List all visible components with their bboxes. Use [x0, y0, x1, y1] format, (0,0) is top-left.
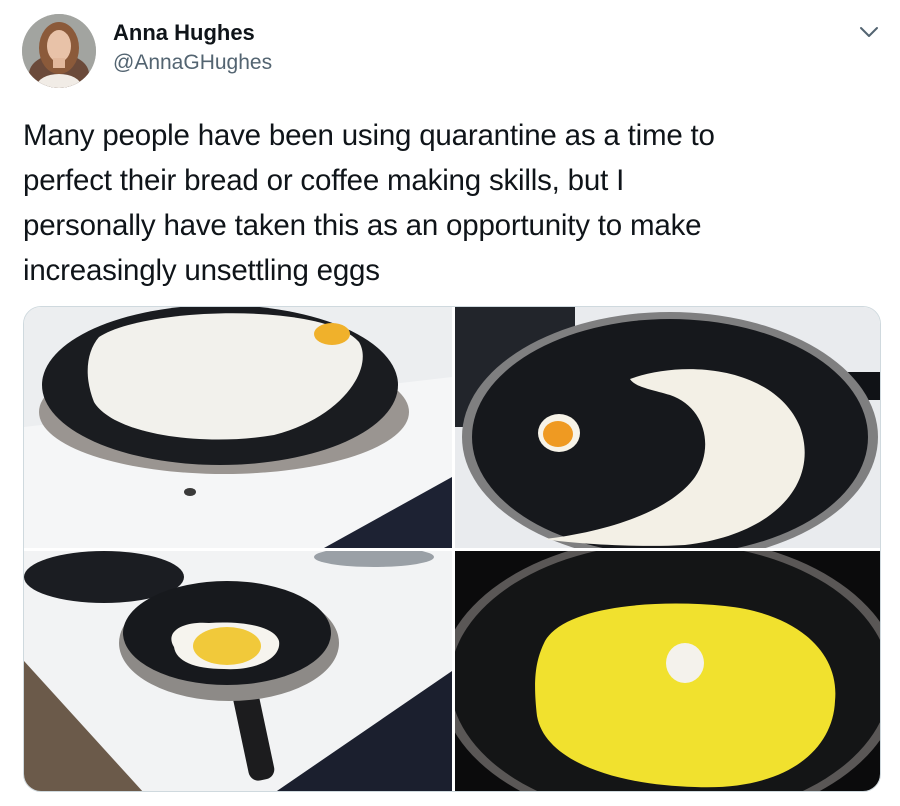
media-grid: [23, 306, 881, 792]
chevron-down-icon[interactable]: [858, 24, 880, 40]
avatar[interactable]: [22, 14, 96, 88]
crescent-moon-egg-photo[interactable]: [455, 307, 880, 548]
giant-yolk-small-white-photo[interactable]: [455, 551, 880, 791]
author-handle[interactable]: @AnnaGHughes: [113, 51, 272, 75]
tweet-text-line: increasingly unsettling eggs: [23, 254, 380, 287]
tweet-text-line: personally have taken this as an opportu…: [23, 209, 702, 242]
egg-pancake-in-pan-photo[interactable]: [24, 307, 452, 548]
tweet-text: Many people have been using quarantine a…: [23, 113, 873, 293]
yolk-in-small-pan-photo[interactable]: [24, 551, 452, 791]
tweet-text-line: perfect their bread or coffee making ski…: [23, 164, 625, 197]
tweet-text-line: Many people have been using quarantine a…: [23, 119, 715, 152]
author-name[interactable]: Anna Hughes: [113, 20, 255, 46]
